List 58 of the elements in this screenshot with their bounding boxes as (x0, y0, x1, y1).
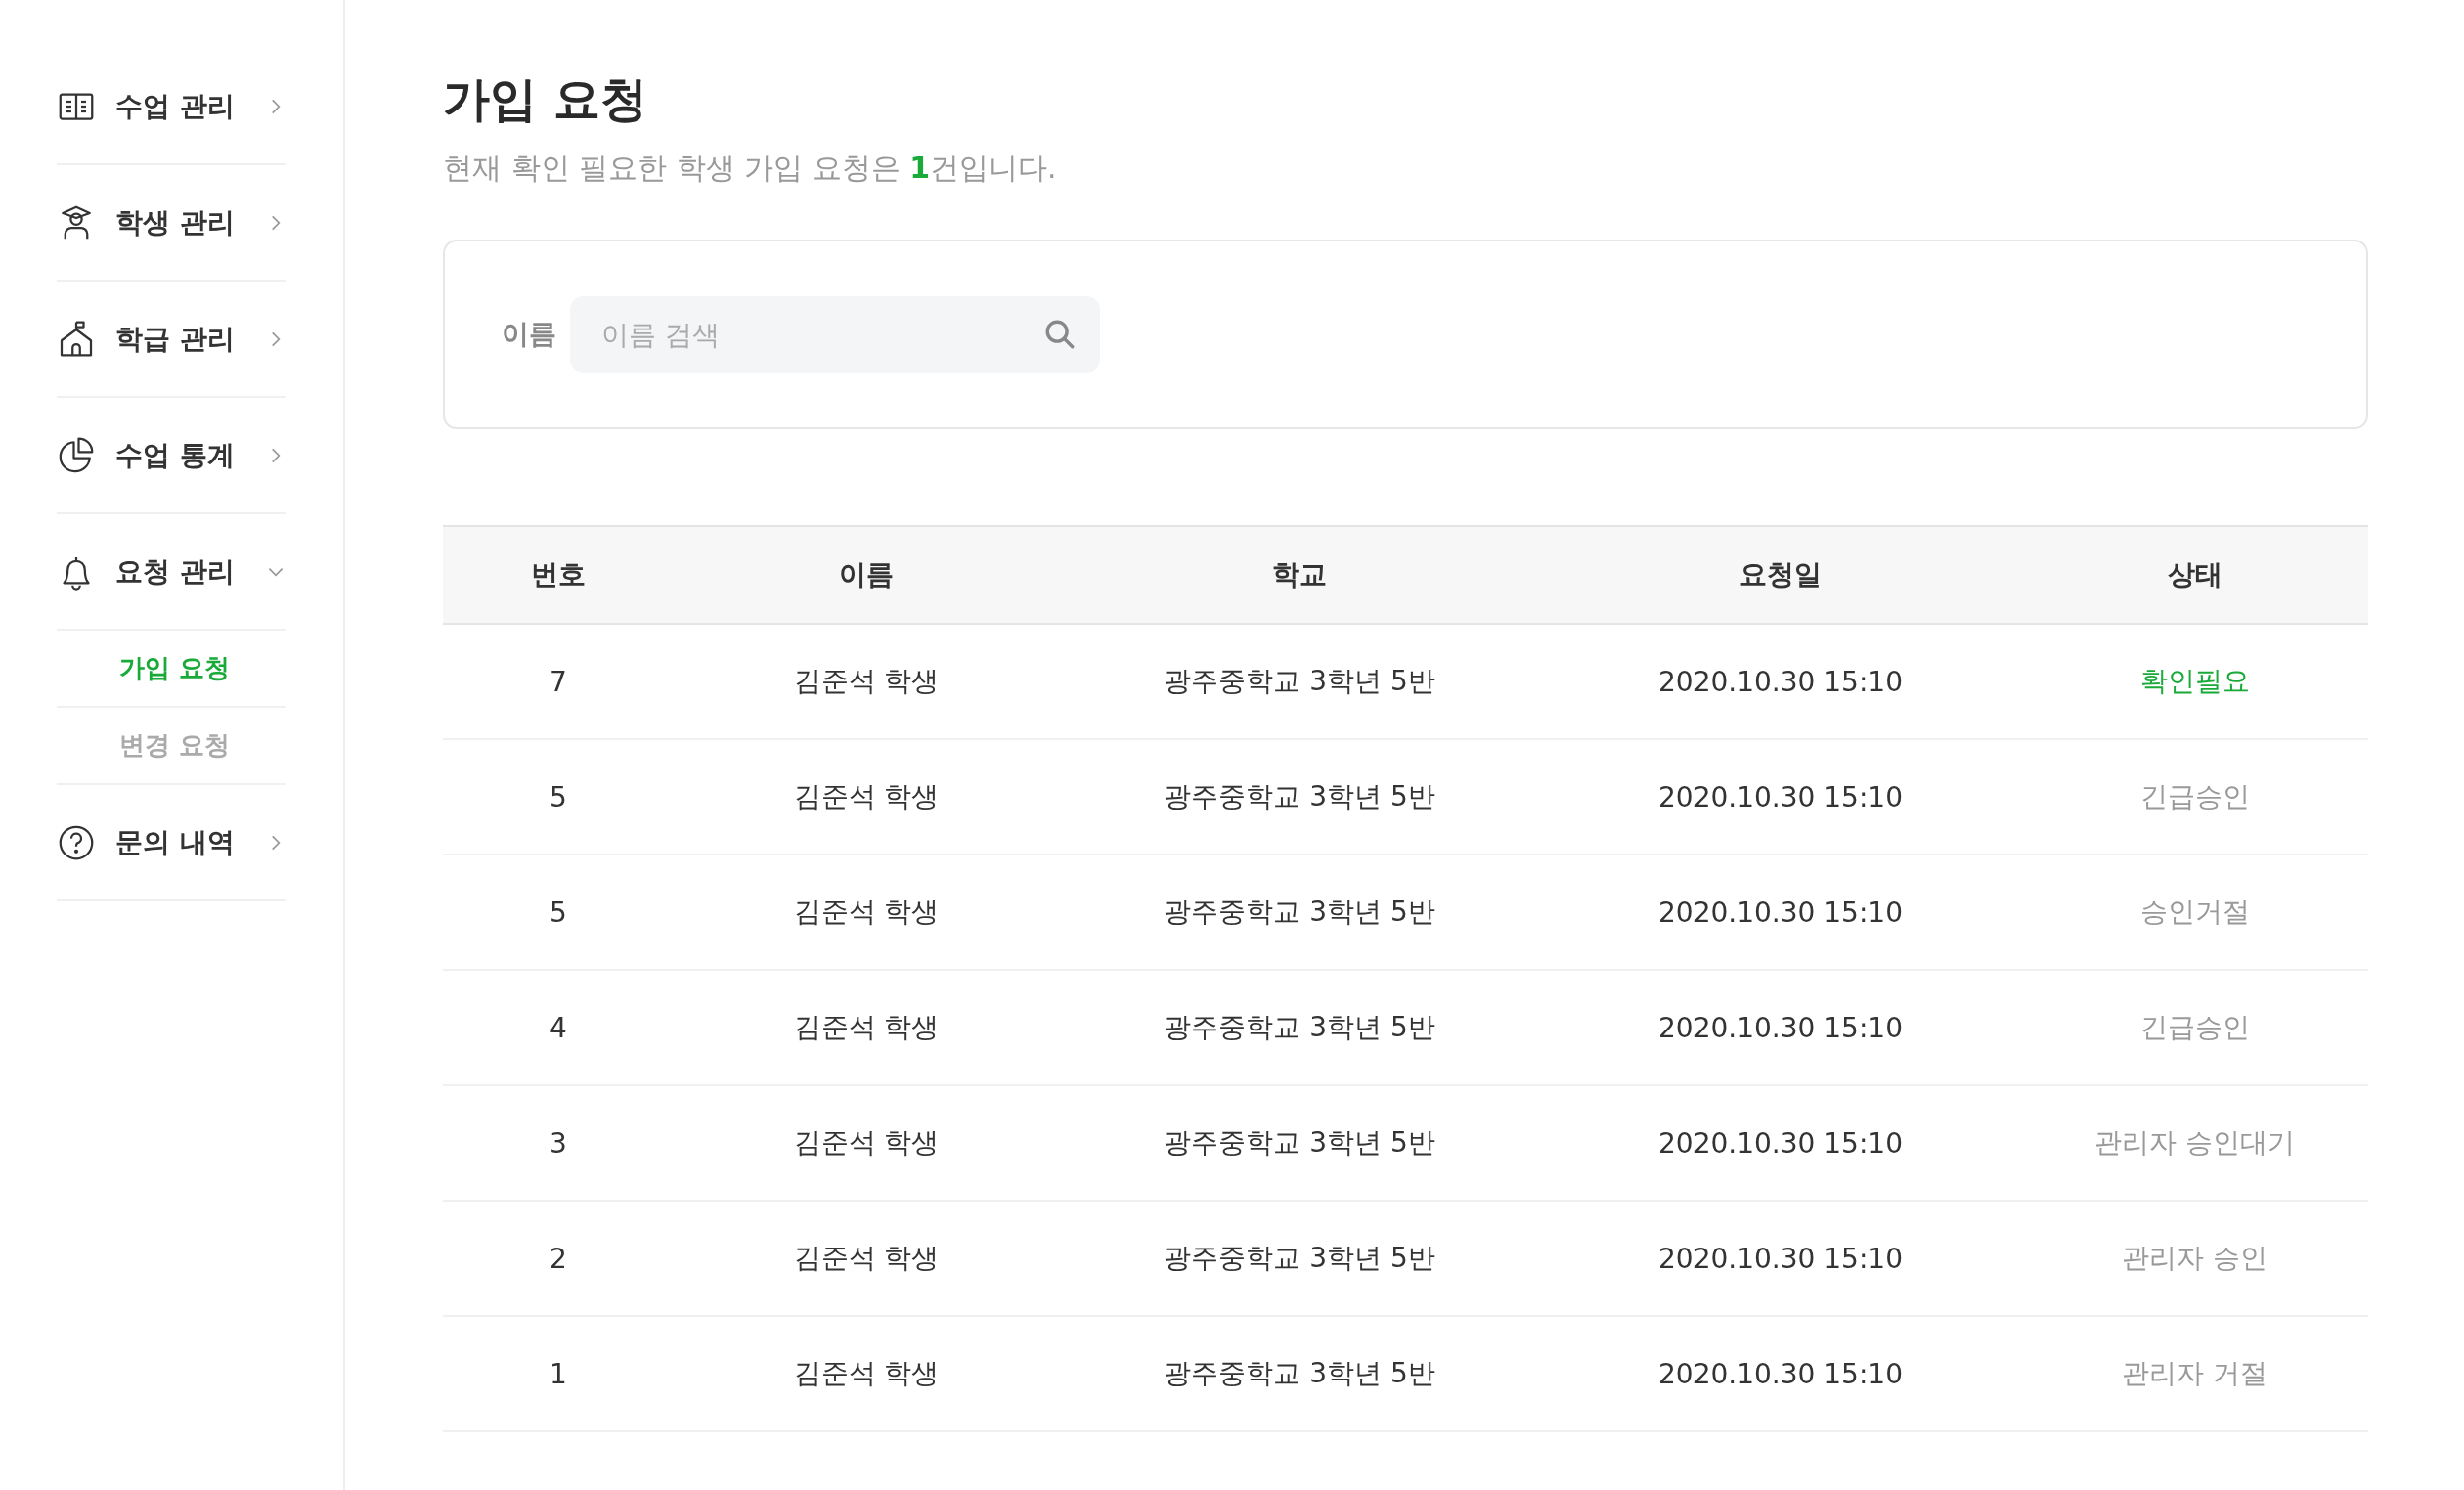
menu-label: 학급 관리 (115, 321, 236, 357)
table-cell-text: 광주중학교 3학년 5반 (1163, 1356, 1436, 1391)
status-text: 승인거절 (2139, 895, 2250, 930)
table-cell-text: 4 (549, 1010, 568, 1046)
menu-label: 요청 관리 (115, 553, 236, 590)
table-cell-text: 7 (549, 664, 568, 700)
table-cell-text: 1 (549, 1356, 568, 1392)
status-text: 관리자 거절 (2122, 1356, 2267, 1391)
menu-item[interactable]: 요청 관리 (57, 514, 286, 631)
table-cell-text: 광주중학교 3학년 5반 (1163, 1241, 1436, 1276)
table-cell-text: 김준석 학생 (792, 1356, 941, 1391)
page-subtitle: 현재 확인 필요한 학생 가입 요청은 1건입니다. (443, 150, 1058, 187)
menu-label: 수업 관리 (115, 88, 236, 124)
menu-item[interactable]: 학생 관리 (57, 165, 286, 282)
menu-item[interactable]: 수업 관리 (57, 49, 286, 165)
status-text: 긴급승인 (2139, 1010, 2250, 1045)
table-cell-text: 2020.10.30 15:10 (1657, 1356, 1904, 1392)
table-cell-text: 김준석 학생 (792, 1125, 941, 1161)
table-cell-text: 광주중학교 3학년 5반 (1163, 779, 1436, 814)
status-text: 관리자 승인대기 (2094, 1125, 2295, 1161)
pie-chart-icon (57, 435, 96, 475)
table-cell-text: 2020.10.30 15:10 (1657, 1010, 1904, 1046)
table-cell-text: 광주중학교 3학년 5반 (1163, 895, 1436, 930)
table-cell-text: 김준석 학생 (792, 779, 941, 814)
table-cell-text: 5 (549, 895, 568, 931)
menu-item[interactable]: 수업 통계 (57, 398, 286, 514)
status-text: 긴급승인 (2139, 779, 2250, 814)
menu-label: 수업 통계 (115, 437, 236, 473)
status-text: 확인필요 (2139, 664, 2250, 699)
column-header: 요청일 (1738, 557, 1823, 592)
column-header: 상태 (2166, 557, 2223, 592)
table-cell-text: 2020.10.30 15:10 (1657, 779, 1904, 815)
menu-label: 학생 관리 (115, 204, 236, 241)
column-header: 이름 (838, 557, 895, 592)
table-cell-text: 광주중학교 3학년 5반 (1163, 1125, 1436, 1161)
column-header: 번호 (530, 557, 587, 592)
table-cell-text: 2020.10.30 15:10 (1657, 1241, 1904, 1277)
menu-label: 문의 내역 (115, 824, 236, 860)
table-cell-text: 2020.10.30 15:10 (1657, 664, 1904, 700)
menu-item[interactable]: 학급 관리 (57, 282, 286, 398)
table-cell-text: 김준석 학생 (792, 1010, 941, 1045)
table-cell-text: 2020.10.30 15:10 (1657, 1125, 1904, 1161)
menu-item[interactable]: 문의 내역 (57, 785, 286, 901)
table-cell-text: 3 (549, 1125, 568, 1161)
table-cell-text: 2 (549, 1241, 568, 1277)
search-field[interactable]: 이름 검색 (570, 296, 1100, 372)
table-cell-text: 광주중학교 3학년 5반 (1163, 1010, 1436, 1045)
table-cell-text: 김준석 학생 (792, 664, 941, 699)
table-cell-text: 김준석 학생 (792, 895, 941, 930)
column-header: 학교 (1271, 557, 1328, 592)
table-cell-text: 5 (549, 779, 568, 815)
table-cell-text: 김준석 학생 (792, 1241, 941, 1276)
table-cell-text: 2020.10.30 15:10 (1657, 895, 1904, 931)
search-icon[interactable] (1043, 318, 1077, 351)
table-cell-text: 광주중학교 3학년 5반 (1163, 664, 1436, 699)
status-text: 관리자 승인 (2122, 1241, 2267, 1276)
field-label: 이름 (502, 317, 556, 352)
page-title: 가입 요청 (443, 70, 648, 128)
